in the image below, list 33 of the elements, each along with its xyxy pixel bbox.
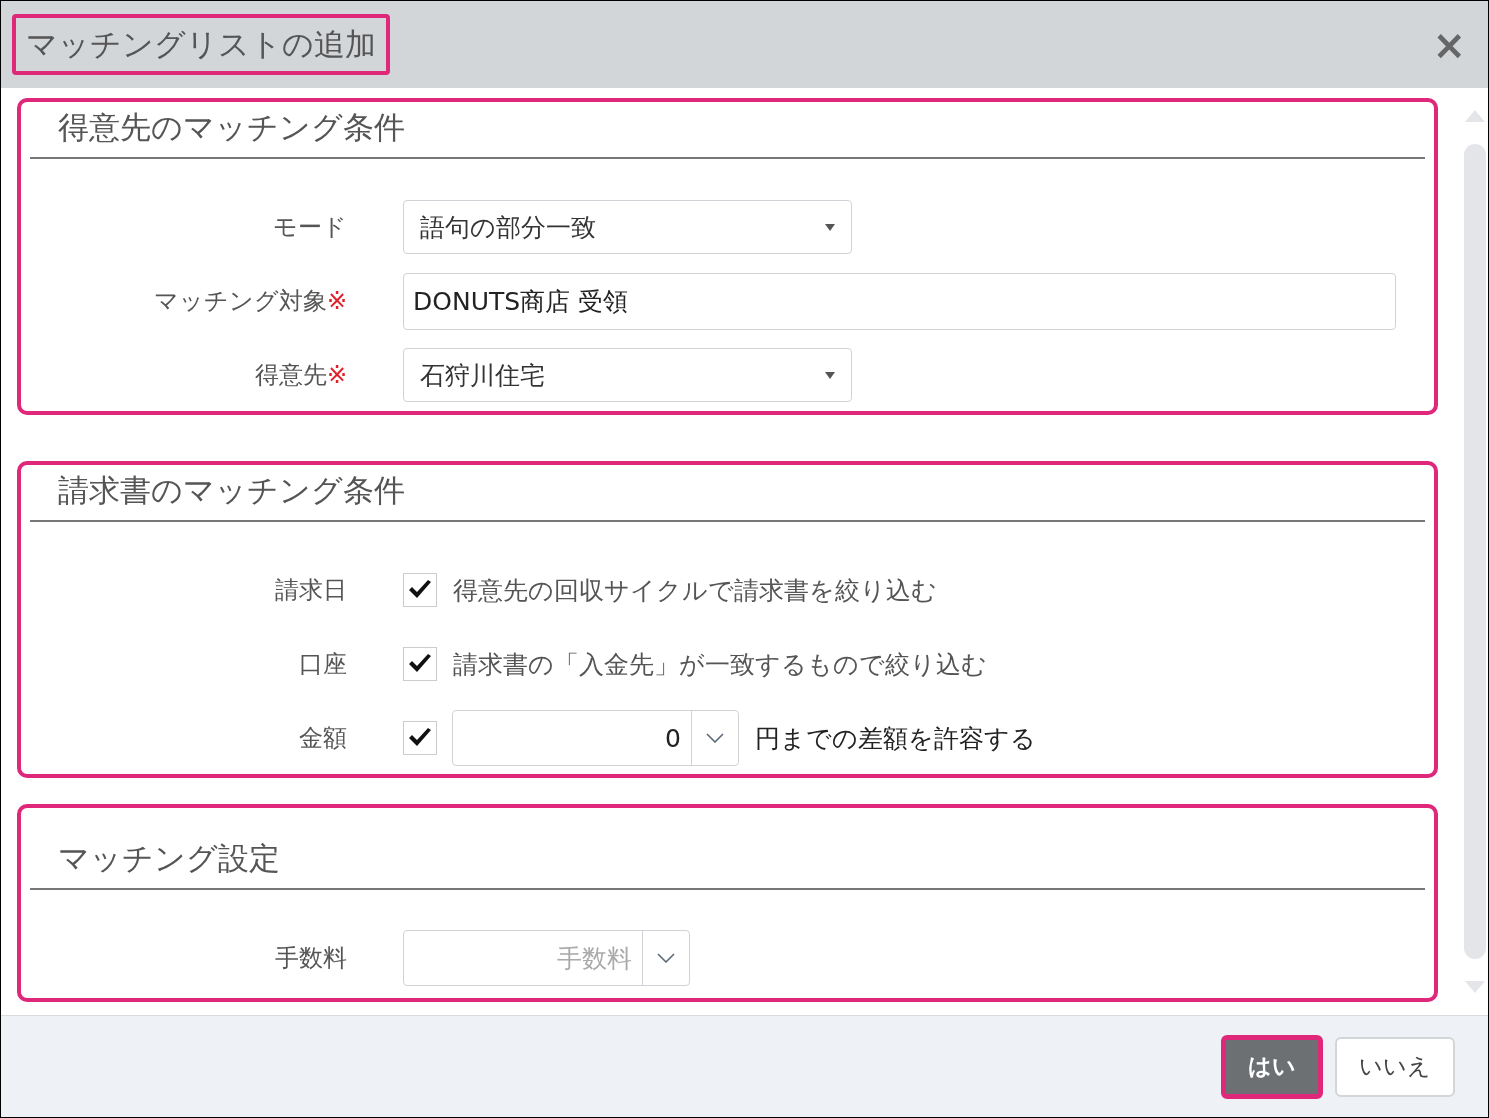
amount-suffix: 円までの差額を許容する	[755, 722, 1036, 755]
checkbox[interactable]	[403, 721, 437, 755]
field-label: 口座	[299, 650, 347, 678]
check-icon	[408, 580, 432, 600]
chevron-down-icon	[657, 953, 675, 963]
dialog-title: マッチングリストの追加	[12, 13, 390, 76]
checkbox[interactable]	[403, 647, 437, 681]
checkbox[interactable]	[403, 573, 437, 607]
dropdown[interactable]: 語句の部分一致	[403, 200, 852, 254]
amount-field[interactable]: 0	[452, 710, 739, 766]
chevron-down-icon	[706, 733, 724, 743]
dropdown-arrow-icon	[825, 223, 835, 231]
text-input[interactable]: DONUTS商店 受領	[403, 272, 1396, 330]
section-title: 得意先のマッチング条件	[58, 108, 405, 147]
section-title: 請求書のマッチング条件	[58, 471, 405, 510]
checkbox-label: 請求書の「入金先」が一致するもので絞り込む	[453, 648, 987, 681]
checkbox-label: 得意先の回収サイクルで請求書を絞り込む	[453, 574, 937, 607]
cancel-button[interactable]: いいえ	[1335, 1036, 1455, 1097]
field-label: 手数料	[275, 944, 347, 972]
close-button[interactable]: ×	[1422, 21, 1476, 68]
dropdown-arrow-icon	[825, 371, 835, 379]
required-mark: ※	[326, 287, 347, 315]
field-label: 請求日	[275, 576, 347, 604]
field-label: 得意先	[254, 361, 327, 389]
dropdown[interactable]: 石狩川住宅	[403, 348, 852, 402]
field-label: 金額	[299, 724, 347, 752]
check-icon	[408, 728, 432, 748]
section-title: マッチング設定	[58, 839, 280, 878]
field-label: マッチング対象	[153, 287, 327, 315]
field-label: モード	[273, 213, 347, 241]
required-mark: ※	[326, 361, 347, 389]
check-icon	[408, 654, 432, 674]
confirm-button[interactable]: はい	[1221, 1034, 1323, 1099]
